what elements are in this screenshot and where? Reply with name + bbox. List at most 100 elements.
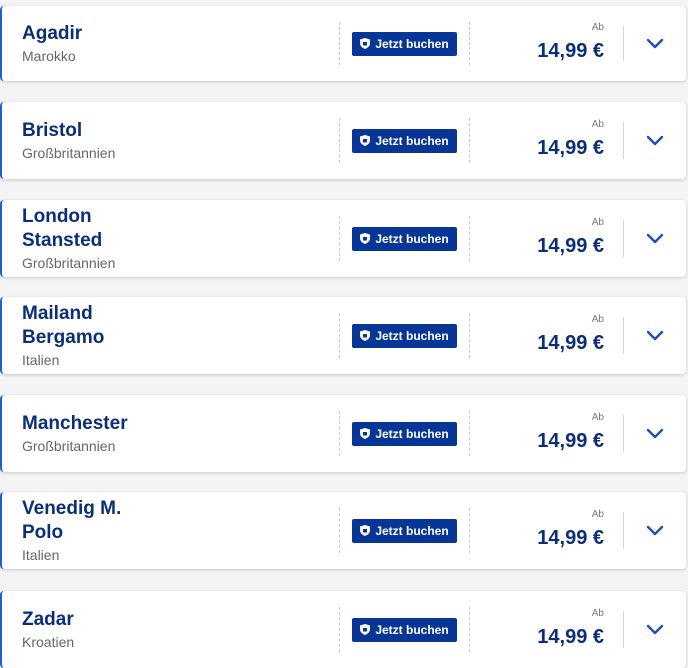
city-name: Zadar — [22, 609, 74, 630]
chevron-down-icon — [646, 525, 664, 536]
country-name: Kroatien — [22, 634, 75, 650]
divider — [339, 607, 340, 652]
shield-icon — [360, 428, 371, 439]
divider — [623, 122, 624, 159]
expand-button[interactable] — [642, 327, 668, 345]
book-now-button[interactable]: Jetzt buchen — [352, 617, 457, 642]
divider — [623, 26, 624, 61]
price-value: 14,99 € — [537, 136, 604, 159]
divider — [339, 118, 340, 163]
expand-button[interactable] — [642, 522, 668, 540]
divider — [623, 512, 624, 549]
city-name: Venedig M. Polo — [22, 498, 122, 543]
price-value: 14,99 € — [537, 429, 604, 452]
city-name: Bristol — [22, 120, 83, 141]
from-label: Ab — [591, 21, 604, 33]
destination-info: London Stansted Großbritannien — [22, 200, 322, 277]
country-name: Italien — [22, 547, 60, 563]
price-value: 14,99 € — [537, 331, 604, 354]
chevron-down-icon — [646, 135, 664, 146]
chevron-down-icon — [646, 330, 664, 341]
shield-icon — [360, 135, 371, 146]
shield-icon — [360, 233, 371, 244]
divider — [623, 317, 624, 354]
destination-card[interactable]: London Stansted Großbritannien Jetzt buc… — [0, 200, 686, 277]
book-now-button[interactable]: Jetzt buchen — [352, 31, 457, 56]
price-block: Ab 14,99 € — [537, 119, 604, 161]
destination-card[interactable]: Zadar Kroatien Jetzt buchen Ab 14,99 € — [0, 591, 686, 668]
book-now-label: Jetzt buchen — [375, 36, 449, 51]
country-name: Marokko — [22, 48, 76, 64]
destination-list: Agadir Marokko Jetzt buchen Ab 14,99 € B… — [0, 0, 688, 668]
price-value: 14,99 € — [537, 39, 604, 62]
from-label: Ab — [591, 508, 604, 520]
destination-info: Bristol Großbritannien — [22, 102, 322, 179]
expand-button[interactable] — [642, 425, 668, 443]
divider — [623, 220, 624, 257]
destination-card[interactable]: Venedig M. Polo Italien Jetzt buchen Ab … — [0, 492, 686, 569]
price-block: Ab 14,99 € — [537, 217, 604, 259]
chevron-down-icon — [646, 38, 664, 49]
book-now-label: Jetzt buchen — [375, 231, 449, 246]
book-now-button[interactable]: Jetzt buchen — [352, 323, 457, 348]
country-name: Italien — [22, 352, 60, 368]
destination-info: Manchester Großbritannien — [22, 395, 322, 472]
destination-info: Agadir Marokko — [22, 6, 322, 81]
destination-card[interactable]: Manchester Großbritannien Jetzt buchen A… — [0, 395, 686, 472]
destination-card[interactable]: Mailand Bergamo Italien Jetzt buchen Ab … — [0, 297, 686, 374]
city-name: London Stansted — [22, 206, 103, 251]
price-block: Ab 14,99 € — [537, 608, 604, 650]
divider — [339, 216, 340, 261]
divider — [469, 508, 470, 553]
price-block: Ab 14,99 € — [537, 509, 604, 551]
from-label: Ab — [591, 313, 604, 325]
book-now-button[interactable]: Jetzt buchen — [352, 518, 457, 543]
divider — [339, 411, 340, 456]
chevron-down-icon — [646, 233, 664, 244]
from-label: Ab — [591, 216, 604, 228]
shield-icon — [360, 624, 371, 635]
city-name: Manchester — [22, 413, 128, 434]
country-name: Großbritannien — [22, 145, 116, 161]
chevron-down-icon — [646, 428, 664, 439]
destination-info: Venedig M. Polo Italien — [22, 492, 322, 569]
destination-info: Zadar Kroatien — [22, 591, 322, 668]
price-block: Ab 14,99 € — [537, 22, 604, 64]
expand-button[interactable] — [642, 132, 668, 150]
from-label: Ab — [591, 118, 604, 130]
book-now-label: Jetzt buchen — [375, 328, 449, 343]
price-block: Ab 14,99 € — [537, 412, 604, 454]
expand-button[interactable] — [642, 621, 668, 639]
destination-card[interactable]: Agadir Marokko Jetzt buchen Ab 14,99 € — [0, 6, 686, 81]
divider — [469, 216, 470, 261]
destination-card[interactable]: Bristol Großbritannien Jetzt buchen Ab 1… — [0, 102, 686, 179]
chevron-down-icon — [646, 624, 664, 635]
from-label: Ab — [591, 411, 604, 423]
book-now-button[interactable]: Jetzt buchen — [352, 421, 457, 446]
book-now-button[interactable]: Jetzt buchen — [352, 128, 457, 153]
book-now-label: Jetzt buchen — [375, 133, 449, 148]
price-value: 14,99 € — [537, 625, 604, 648]
city-name: Mailand Bergamo — [22, 303, 105, 348]
divider — [469, 118, 470, 163]
divider — [469, 313, 470, 358]
from-label: Ab — [591, 607, 604, 619]
destination-info: Mailand Bergamo Italien — [22, 297, 322, 374]
book-now-label: Jetzt buchen — [375, 622, 449, 637]
divider — [339, 313, 340, 358]
divider — [469, 411, 470, 456]
expand-button[interactable] — [642, 230, 668, 248]
divider — [339, 22, 340, 65]
city-name: Agadir — [22, 23, 83, 44]
book-now-label: Jetzt buchen — [375, 523, 449, 538]
divider — [469, 22, 470, 65]
expand-button[interactable] — [642, 35, 668, 53]
price-value: 14,99 € — [537, 234, 604, 257]
divider — [623, 611, 624, 648]
shield-icon — [360, 330, 371, 341]
country-name: Großbritannien — [22, 255, 116, 271]
book-now-button[interactable]: Jetzt buchen — [352, 226, 457, 251]
price-block: Ab 14,99 € — [537, 314, 604, 356]
shield-icon — [360, 38, 371, 49]
shield-icon — [360, 525, 371, 536]
